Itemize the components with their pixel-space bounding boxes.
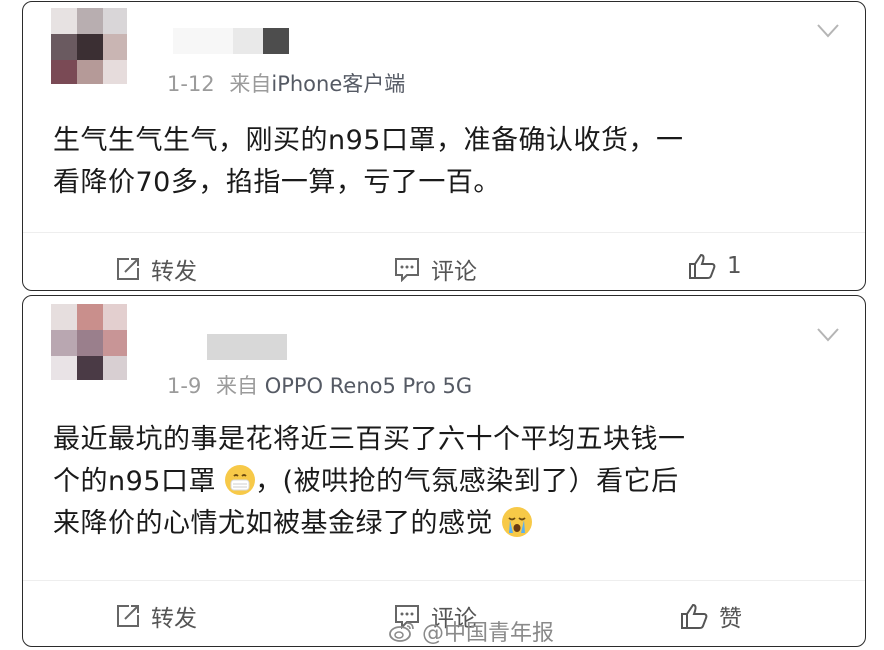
repost-label: 转发 xyxy=(151,606,197,632)
post-source: iPhone客户端 xyxy=(271,72,406,96)
like-button[interactable]: 赞 xyxy=(679,599,742,633)
post-date: 1-12 xyxy=(167,72,215,96)
post-source: OPPO Reno5 Pro 5G xyxy=(264,374,473,398)
watermark: @中国青年报 xyxy=(388,615,554,647)
post-content-line: 个的n95口罩 ，(被哄抢的气氛感染到了）看它后 xyxy=(53,461,843,503)
repost-label: 转发 xyxy=(151,259,197,285)
post-content-line: 生气生气生气，刚买的n95口罩，准备确认收货，一 xyxy=(53,125,684,156)
post-card-2: 1-9 来自 OPPO Reno5 Pro 5G 最近最坑的事是花将近三百买了六… xyxy=(22,295,866,647)
comment-label: 评论 xyxy=(431,259,477,285)
post-content: 生气生气生气，刚买的n95口罩，准备确认收货，一 看降价70多，掐指一算，亏了一… xyxy=(53,120,843,204)
weibo-logo-icon xyxy=(389,622,414,642)
avatar[interactable] xyxy=(51,304,127,380)
thumbs-up-icon xyxy=(689,253,716,279)
like-label: 赞 xyxy=(719,606,742,632)
mask-emoji-icon xyxy=(225,465,256,495)
post-date: 1-9 xyxy=(167,374,202,398)
username[interactable] xyxy=(207,334,287,360)
chevron-down-icon[interactable] xyxy=(817,328,839,342)
post-content: 最近最坑的事是花将近三百买了六十个平均五块钱一 个的n95口罩 ，(被哄抢的气氛… xyxy=(53,419,843,545)
post-meta: 1-12 来自iPhone客户端 xyxy=(167,68,405,98)
like-count: 1 xyxy=(727,253,742,279)
divider xyxy=(23,580,865,581)
repost-button[interactable]: 转发 xyxy=(115,599,197,633)
chevron-down-icon[interactable] xyxy=(817,24,839,38)
divider xyxy=(23,232,865,233)
post-from-label: 来自 xyxy=(229,72,272,96)
post-content-line: 来降价的心情尤如被基金绿了的感觉 xyxy=(53,503,843,545)
post-from-label: 来自 xyxy=(216,374,258,398)
username[interactable] xyxy=(173,28,293,54)
repost-icon xyxy=(117,258,139,280)
post-meta: 1-9 来自 OPPO Reno5 Pro 5G xyxy=(167,370,472,400)
repost-button[interactable]: 转发 xyxy=(115,252,197,286)
post-content-text: ，(被哄抢的气氛感染到了）看它后 xyxy=(255,466,679,497)
repost-icon xyxy=(117,605,139,627)
post-content-text: 个的n95口罩 xyxy=(53,466,216,497)
thumbs-up-icon xyxy=(681,603,708,629)
crying-emoji-icon xyxy=(502,507,533,537)
post-card-1: 1-12 来自iPhone客户端 生气生气生气，刚买的n95口罩，准备确认收货，… xyxy=(22,1,866,291)
like-button[interactable]: 1 xyxy=(687,252,742,280)
comment-icon xyxy=(395,258,419,282)
comment-button[interactable]: 评论 xyxy=(393,252,477,286)
post-content-text: 来降价的心情尤如被基金绿了的感觉 xyxy=(53,508,493,539)
watermark-text: @中国青年报 xyxy=(422,621,555,646)
avatar[interactable] xyxy=(51,8,127,84)
post-content-line: 看降价70多，掐指一算，亏了一百。 xyxy=(53,167,501,198)
post-content-line: 最近最坑的事是花将近三百买了六十个平均五块钱一 xyxy=(53,424,686,455)
